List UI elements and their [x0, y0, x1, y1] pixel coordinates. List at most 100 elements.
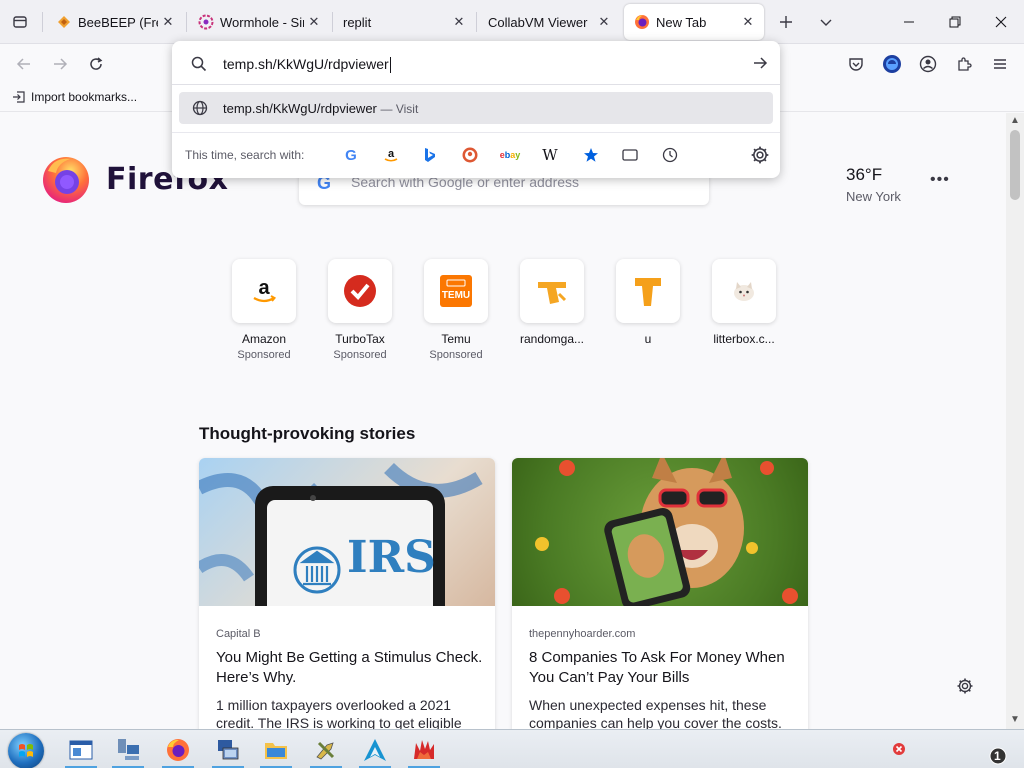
app-menu-button[interactable] [986, 50, 1014, 78]
tab-close-icon[interactable]: ✕ [449, 12, 469, 32]
search-with-label: This time, search with: [185, 148, 305, 162]
taskbar-app-tool[interactable] [308, 734, 344, 768]
taskbar-app-firefox[interactable] [160, 734, 196, 768]
google-icon[interactable]: G [341, 145, 361, 165]
story-excerpt: When unexpected expenses hit, these comp… [529, 697, 782, 729]
minimize-button[interactable] [886, 0, 932, 44]
scroll-up-arrow-icon[interactable]: ▲ [1010, 116, 1020, 126]
shortcut-name: litterbox.c... [713, 332, 775, 346]
page-scrollbar[interactable]: ▲ ▼ [1006, 113, 1024, 729]
tab-list-button[interactable] [6, 8, 34, 36]
history-icon[interactable] [660, 145, 680, 165]
extensions-button[interactable] [950, 50, 978, 78]
import-bookmarks-label: Import bookmarks... [31, 90, 138, 104]
urlbar-dropdown: temp.sh/KkWgU/rdpviewer temp.sh/KkWgU/rd… [172, 41, 780, 178]
tab-separator [186, 12, 187, 32]
taskbar-app-explorer-window[interactable] [63, 734, 99, 768]
story-card[interactable]: thepennyhoarder.com 8 Companies To Ask F… [512, 458, 808, 729]
globe-shield-icon [883, 55, 901, 73]
weather-menu-button[interactable]: ••• [930, 171, 950, 189]
globe-icon [192, 100, 208, 116]
tab-close-icon[interactable]: ✕ [304, 12, 324, 32]
minimize-icon [904, 21, 914, 23]
account-button[interactable] [914, 50, 942, 78]
shortcut-tile-turbotax[interactable]: TurboTax Sponsored [320, 259, 400, 361]
shortcut-tile-randomga[interactable]: randomga... [512, 259, 592, 346]
tabs-icon[interactable] [620, 145, 640, 165]
chevron-down-icon [820, 19, 832, 26]
shortcut-tile-litterbox[interactable]: litterbox.c... [704, 259, 784, 346]
wormhole-favicon-icon [198, 14, 214, 30]
all-tabs-button[interactable] [812, 8, 840, 36]
windows-logo-icon [19, 744, 33, 757]
shortcut-tile-amazon[interactable]: a Amazon Sponsored [224, 259, 304, 361]
amazon-icon[interactable]: a [381, 145, 401, 165]
import-bookmarks-button[interactable]: Import bookmarks... [12, 90, 137, 104]
tray-notification-badge[interactable]: 1 [989, 747, 1007, 768]
forward-button[interactable] [46, 50, 74, 78]
new-tab-button[interactable] [772, 8, 800, 36]
ebay-icon[interactable]: ebay [500, 145, 521, 165]
taskbar-app-file-explorer[interactable] [258, 734, 294, 768]
flame-app-icon [414, 740, 434, 759]
tab-close-icon[interactable]: ✕ [158, 12, 178, 32]
firefox-icon [167, 739, 189, 761]
shortcut-name: u [644, 332, 652, 346]
tab-close-icon[interactable]: ✕ [738, 12, 758, 32]
shortcut-tile-u[interactable]: u [608, 259, 688, 346]
weather-widget[interactable]: 36°F New York [846, 165, 901, 204]
taskbar-app-arch[interactable] [357, 734, 393, 768]
go-arrow-icon[interactable] [752, 55, 768, 71]
bookmarks-icon[interactable] [581, 145, 601, 165]
pocket-icon [849, 58, 863, 71]
sponsored-label: Sponsored [333, 349, 387, 361]
svg-text:a: a [258, 277, 270, 299]
bing-icon[interactable] [420, 145, 440, 165]
tab-beebeep[interactable]: BeeBEEP (Free O ✕ [46, 4, 184, 40]
shortcut-name: TurboTax [335, 332, 385, 346]
shortcut-name: randomga... [519, 332, 585, 346]
randomga-icon [520, 259, 584, 323]
folder-icon [265, 743, 287, 759]
wikipedia-icon[interactable]: W [540, 145, 560, 165]
story-image-irs: IRS [199, 458, 495, 606]
start-button[interactable] [8, 733, 44, 768]
taskbar-app-network[interactable] [110, 734, 146, 768]
firefox-favicon-icon [634, 14, 650, 30]
close-icon [995, 16, 1007, 28]
url-suggestion-visit[interactable]: temp.sh/KkWgU/rdpviewer — Visit [179, 92, 773, 124]
shortcut-tile-temu[interactable]: TEMU Temu Sponsored [416, 259, 496, 361]
tab-replit[interactable]: replit ✕ [333, 4, 475, 40]
restore-icon [949, 16, 961, 28]
triangle-logo-icon [364, 739, 386, 761]
tab-new-tab[interactable]: New Tab ✕ [624, 4, 764, 40]
taskbar-app-remote[interactable] [210, 734, 246, 768]
taskbar-app-red[interactable] [406, 734, 442, 768]
story-source: thepennyhoarder.com [529, 628, 636, 640]
tab-separator [476, 12, 477, 32]
vpn-button[interactable] [878, 50, 906, 78]
customize-newtab-button[interactable] [956, 677, 974, 700]
reload-button[interactable] [82, 50, 110, 78]
tool-wrench-icon [316, 741, 335, 760]
new-tab-page: Firefox G Search with Google or enter ad… [0, 113, 1006, 729]
scrollbar-thumb[interactable] [1010, 130, 1020, 200]
tray-network-error-icon[interactable] [892, 742, 906, 761]
shortcut-name: Temu [441, 332, 471, 346]
windows-taskbar: 1 [0, 729, 1024, 768]
url-input[interactable]: temp.sh/KkWgU/rdpviewer [172, 41, 780, 85]
window-close-button[interactable] [978, 0, 1024, 44]
tab-separator [42, 12, 43, 32]
pocket-button[interactable] [842, 50, 870, 78]
tab-close-icon[interactable]: ✕ [594, 12, 614, 32]
tab-title: CollabVM Viewer [488, 14, 588, 30]
tab-wormhole[interactable]: Wormhole - Sim ✕ [188, 4, 330, 40]
story-card[interactable]: IRS Capital B You Might Be Getting a Sti… [199, 458, 495, 729]
story-source: Capital B [216, 628, 261, 640]
scroll-down-arrow-icon[interactable]: ▼ [1010, 715, 1020, 725]
restore-button[interactable] [932, 0, 978, 44]
duckduckgo-icon[interactable] [460, 145, 480, 165]
back-button[interactable] [10, 50, 38, 78]
tab-collabvm[interactable]: CollabVM Viewer ✕ [478, 4, 620, 40]
search-settings-gear-icon[interactable] [750, 145, 770, 165]
